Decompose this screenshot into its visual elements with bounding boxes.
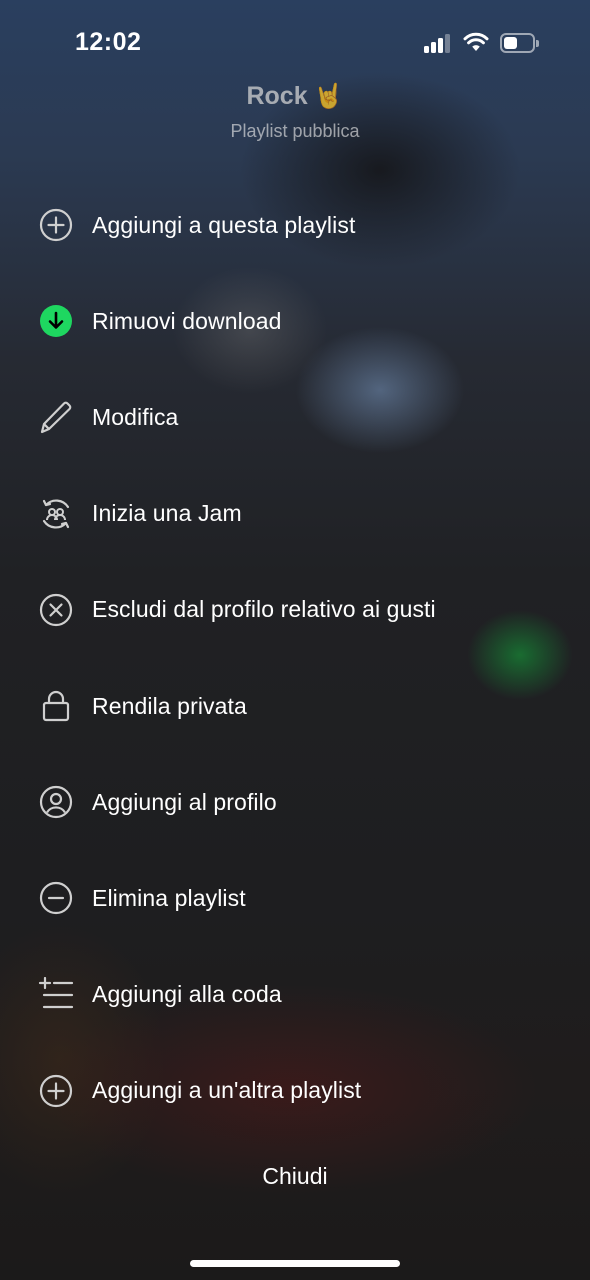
menu-item-label: Rimuovi download: [92, 307, 282, 334]
menu-item-add-to-this-playlist[interactable]: Aggiungi a questa playlist: [0, 177, 590, 273]
playlist-title-text: Rock: [246, 82, 308, 110]
add-to-queue-icon: [38, 976, 74, 1013]
playlist-title: Rock 🤘: [0, 82, 590, 111]
menu-item-add-to-queue[interactable]: Aggiungi alla coda: [0, 947, 590, 1043]
menu-item-label: Elimina playlist: [92, 884, 246, 911]
menu-item-add-to-profile[interactable]: Aggiungi al profilo: [0, 754, 590, 850]
menu-item-label: Aggiungi al profilo: [92, 788, 277, 815]
wifi-icon: [463, 32, 489, 51]
menu-item-start-jam[interactable]: Inizia una Jam: [0, 466, 590, 562]
menu-item-label: Aggiungi alla coda: [92, 981, 282, 1008]
menu-item-remove-download[interactable]: Rimuovi download: [0, 273, 590, 369]
plus-circle-icon: [38, 207, 74, 243]
sheet-header: Rock 🤘 Playlist pubblica: [0, 82, 590, 142]
menu-item-label: Modifica: [92, 403, 179, 430]
menu-item-label: Inizia una Jam: [92, 500, 242, 527]
profile-icon: [38, 784, 74, 820]
cellular-signal-icon: [424, 33, 454, 53]
lock-icon: [38, 688, 74, 724]
jam-icon: [38, 496, 74, 532]
battery-icon: [500, 33, 540, 53]
playlist-subtitle: Playlist pubblica: [230, 121, 360, 141]
close-button[interactable]: Chiudi: [0, 1163, 590, 1190]
menu-item-edit[interactable]: Modifica: [0, 369, 590, 465]
menu-item-make-private[interactable]: Rendila privata: [0, 658, 590, 754]
status-bar: 12:02: [0, 0, 590, 88]
menu-item-delete-playlist[interactable]: Elimina playlist: [0, 850, 590, 946]
menu-item-exclude-from-taste-profile[interactable]: Escludi dal profilo relativo ai gusti: [0, 562, 590, 658]
rock-hand-emoji: 🤘: [313, 83, 344, 110]
menu-item-label: Escludi dal profilo relativo ai gusti: [92, 596, 436, 623]
x-circle-icon: [38, 592, 74, 628]
context-menu: Aggiungi a questa playlist Rimuovi downl…: [0, 177, 590, 1139]
menu-item-label: Aggiungi a un'altra playlist: [92, 1077, 362, 1104]
menu-item-label: Rendila privata: [92, 692, 247, 719]
minus-circle-icon: [38, 880, 74, 916]
menu-item-label: Aggiungi a questa playlist: [92, 211, 356, 238]
download-done-icon: [38, 303, 74, 339]
plus-circle-icon: [38, 1073, 74, 1109]
menu-item-add-to-another-playlist[interactable]: Aggiungi a un'altra playlist: [0, 1043, 590, 1139]
pencil-icon: [38, 399, 74, 435]
home-indicator[interactable]: [190, 1260, 400, 1267]
status-time: 12:02: [75, 28, 142, 56]
